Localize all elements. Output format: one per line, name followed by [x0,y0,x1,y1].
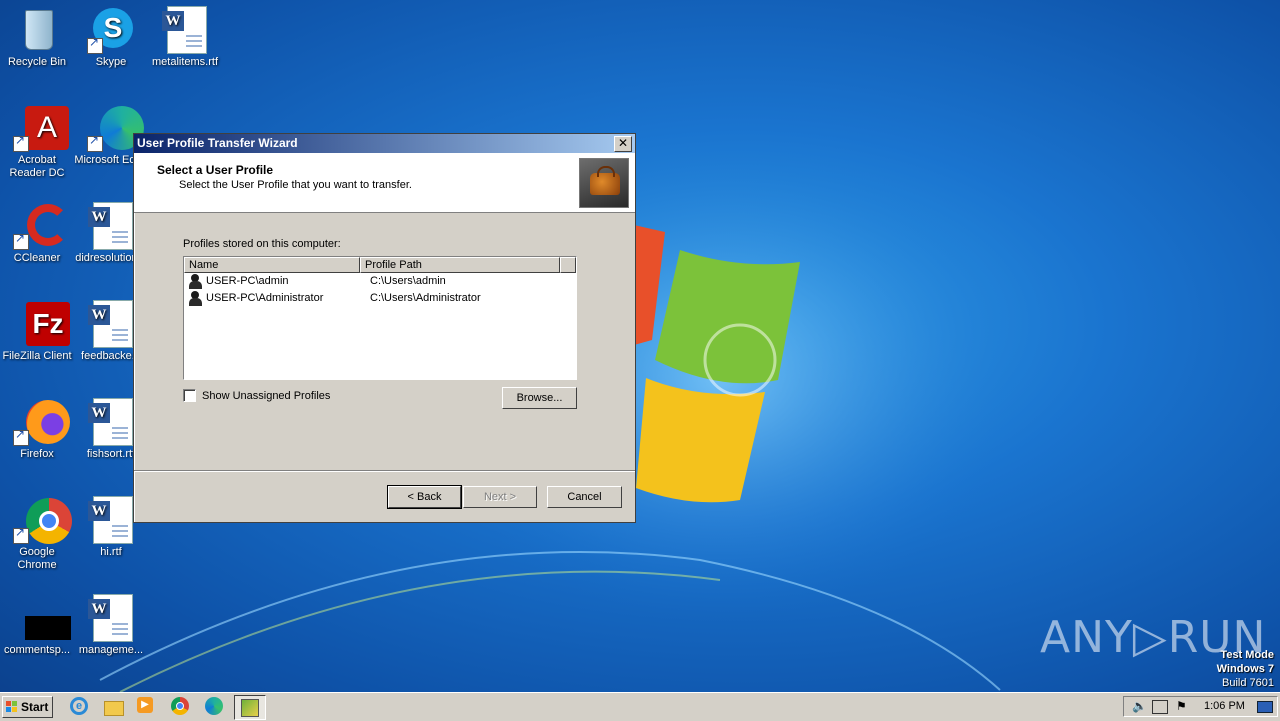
list-item[interactable]: USER-PC\Administrator C:\Users\Administr… [184,290,576,307]
network-icon[interactable] [1152,700,1168,714]
word-document-icon: W [87,594,135,642]
desktop-icon-ccleaner[interactable]: CCleaner [0,202,74,265]
profile-path: C:\Users\admin [370,275,446,287]
profile-name: USER-PC\Administrator [206,292,324,304]
filezilla-icon: Fz [13,300,70,348]
wizard-header: Select a User Profile Select the User Pr… [134,153,635,213]
start-button[interactable]: Start [2,696,53,718]
ccleaner-icon [13,202,69,250]
button-separator [134,470,635,472]
list-header: Name Profile Path [184,257,576,273]
speaker-icon[interactable]: 🔈 [1132,699,1147,713]
word-document-icon: W [161,6,209,54]
desktop-icon-management[interactable]: W manageme... [74,594,148,657]
wizard-taskbar-button[interactable] [234,695,266,720]
desktop-icon-acrobat[interactable]: A Acrobat Reader DC [0,104,74,180]
desktop-icon-commentsp[interactable]: commentsp... [0,594,74,657]
dialog-title: User Profile Transfer Wizard [137,136,298,150]
explorer-icon[interactable] [104,697,124,717]
edge-icon [87,104,144,152]
skype-icon: S [87,6,135,54]
shortcut-arrow-icon [13,428,29,446]
user-icon [188,274,203,289]
wizard-app-icon [241,699,259,717]
taskbar: Start e ▶ 🔈 ⚑ 1:06 PM [0,692,1280,721]
close-icon: ✕ [617,136,629,150]
column-header-name[interactable]: Name [184,257,360,273]
desktop-icon-chrome[interactable]: Google Chrome [0,496,74,572]
profiles-list[interactable]: Name Profile Path USER-PC\admin C:\Users… [183,256,577,380]
show-desktop-icon[interactable] [1257,701,1273,713]
media-player-icon[interactable]: ▶ [137,697,157,717]
internet-explorer-icon[interactable]: e [70,697,90,717]
profiles-label: Profiles stored on this computer: [183,238,341,250]
next-button[interactable]: Next > [463,486,537,508]
clock[interactable]: 1:06 PM [1204,697,1245,716]
desktop-icon-skype[interactable]: S Skype [74,6,148,69]
shortcut-arrow-icon [13,232,29,250]
column-header-path[interactable]: Profile Path [360,257,560,273]
checkbox-box[interactable] [183,389,196,402]
shortcut-arrow-icon [87,134,103,152]
dialog-titlebar[interactable]: User Profile Transfer Wizard ✕ [134,134,635,153]
word-document-icon: W [87,398,135,446]
back-button[interactable]: < Back [387,485,462,509]
shortcut-arrow-icon [13,134,29,152]
system-tray: 🔈 ⚑ 1:06 PM [1123,696,1278,717]
user-icon [188,291,203,306]
desktop-icon-metalitems[interactable]: W metalitems.rtf [148,6,222,69]
wizard-step-subtitle: Select the User Profile that you want to… [179,179,412,191]
edge-icon[interactable] [205,697,225,717]
word-document-icon: W [87,496,135,544]
test-mode-line: Test Mode [1220,649,1274,661]
chrome-icon[interactable] [171,697,191,717]
user-profile-transfer-dialog: User Profile Transfer Wizard ✕ Select a … [133,133,636,523]
column-header-filler [560,257,576,273]
flag-icon[interactable]: ⚑ [1176,699,1187,713]
windows-logo-icon [6,701,18,713]
show-unassigned-checkbox[interactable]: Show Unassigned Profiles [183,389,330,402]
bag-icon [590,166,620,195]
shortcut-arrow-icon [13,526,29,544]
build-line: Build 7601 [1222,677,1274,689]
wizard-bag-image [579,158,629,208]
close-button[interactable]: ✕ [614,136,632,152]
start-label: Start [21,700,49,714]
acrobat-icon: A [13,104,69,152]
wizard-step-title: Select a User Profile [157,163,274,177]
word-document-icon: W [87,300,135,348]
recycle-bin-icon [13,6,61,54]
firefox-icon [13,398,70,446]
desktop-icon-recycle-bin[interactable]: Recycle Bin [0,6,74,69]
chrome-icon [13,496,72,544]
windows-version-line: Windows 7 [1216,663,1274,675]
desktop-icon-firefox[interactable]: Firefox [0,398,74,461]
list-item[interactable]: USER-PC\admin C:\Users\admin [184,273,576,290]
profile-name: USER-PC\admin [206,275,289,287]
desktop-icon-filezilla[interactable]: Fz FileZilla Client [0,300,74,363]
test-mode-watermark: Test Mode Windows 7 Build 7601 [1217,648,1274,690]
shortcut-arrow-icon [87,36,103,54]
checkbox-label: Show Unassigned Profiles [202,389,331,402]
word-document-icon: W [87,202,135,250]
cancel-button[interactable]: Cancel [547,486,622,508]
browse-button[interactable]: Browse... [502,387,577,409]
profile-path: C:\Users\Administrator [370,292,481,304]
black-file-icon [13,594,71,642]
